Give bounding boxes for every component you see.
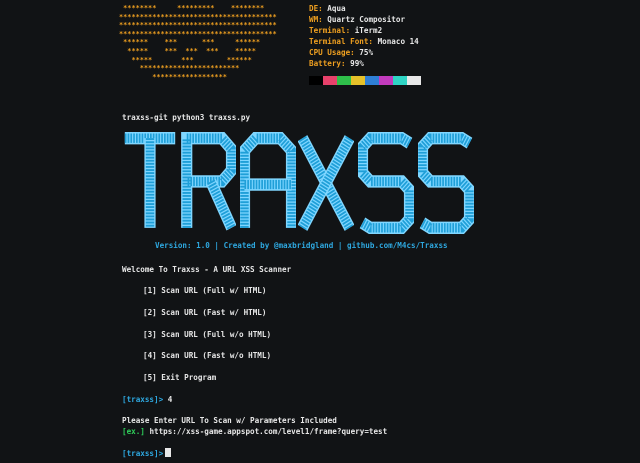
logo-letter-s [418,132,474,234]
ascii-art-line: ****************** [119,72,227,81]
ascii-art-line: ***** *** ****** [119,55,252,64]
logo-letter-t [122,132,178,234]
command-line: traxss-git python3 traxss.py [122,113,251,122]
color-swatch [337,76,351,85]
info-row-de: DE: Aqua [309,4,346,13]
text-cursor[interactable] [165,448,172,457]
prompt-label: [traxss]> [122,395,164,404]
info-row-cpu: CPU Usage: 75% [309,48,374,57]
ascii-art-line: ******** ********* ******** [119,4,265,12]
version-line: Version: 1.0 | Created by @maxbridgland … [155,241,448,250]
info-row-font: Terminal Font: Monaco 14 [309,37,419,46]
menu-item-3: [3] Scan URL (Full w/o HTML) [143,330,272,339]
menu-item-1: [1] Scan URL (Full w/ HTML) [143,286,267,295]
example-line: [ex.] https://xss-game.appspot.com/level… [122,427,387,438]
logo-letter-s [358,132,414,234]
ascii-art-line: ************************************** [119,12,277,21]
color-swatch [379,76,393,85]
logo-letter-x [298,132,354,234]
ascii-art-line: ************************************** [119,29,277,38]
ascii-art: ******** ********* ******** *************… [119,4,277,81]
color-swatch [323,76,337,85]
menu-item-4: [4] Scan URL (Fast w/o HTML) [143,351,272,360]
menu-item-5: [5] Exit Program [143,373,217,382]
color-palette [309,76,421,85]
info-row-battery: Battery: 99% [309,59,364,68]
ascii-art-line: ************************************** [119,21,277,30]
ascii-art-line: ************************ [119,64,240,73]
ascii-art-line: ****** *** *** ****** [119,38,261,47]
example-url: https://xss-game.appspot.com/level1/fram… [149,427,388,436]
color-swatch [365,76,379,85]
color-swatch [351,76,365,85]
logo-letter-r [180,132,236,234]
color-swatch [407,76,421,85]
terminal-window: ******** ********* ******** *************… [0,0,640,463]
welcome-text: Welcome To Traxss - A URL XSS Scanner [122,265,292,274]
choice-value: 4 [167,395,173,404]
example-prefix: [ex.] [122,427,145,436]
color-swatch [393,76,407,85]
info-row-terminal: Terminal: iTerm2 [309,26,383,35]
final-prompt: [traxss]> [122,449,164,458]
system-info: DE: Aqua WM: Quartz Compositor Terminal:… [309,4,421,85]
traxss-logo [122,132,476,234]
menu-item-2: [2] Scan URL (Fast w/ HTML) [143,308,267,317]
choice-line: [traxss]> 4 [122,395,172,406]
input-line[interactable]: [traxss]> [122,448,172,460]
color-swatch [309,76,323,85]
ascii-art-line: ***** *** *** *** ***** [119,46,256,55]
logo-letter-a [240,132,296,234]
info-row-wm: WM: Quartz Compositor [309,15,406,24]
enter-url-text: Please Enter URL To Scan w/ Parameters I… [122,416,337,425]
